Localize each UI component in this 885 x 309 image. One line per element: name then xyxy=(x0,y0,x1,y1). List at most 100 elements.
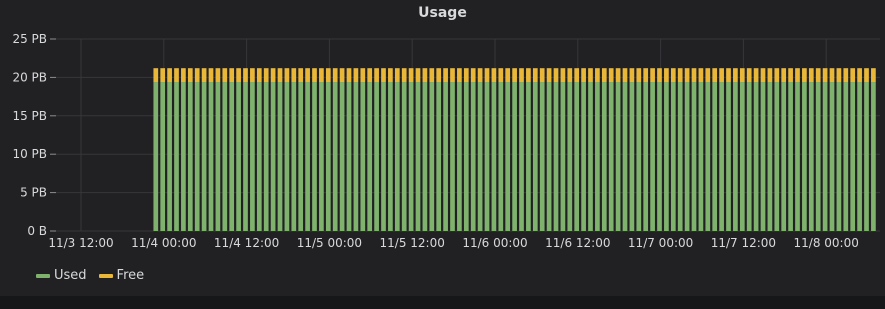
x-tick-label: 11/5 00:00 xyxy=(297,236,362,250)
bar-free xyxy=(795,68,800,83)
y-tick-label: 10 PB xyxy=(12,147,47,161)
bar-used xyxy=(629,82,635,232)
bar-used xyxy=(539,82,545,232)
bar-free xyxy=(650,68,655,83)
bar-used xyxy=(408,82,414,232)
bar-used xyxy=(332,82,338,232)
bar-free xyxy=(636,68,642,83)
bar-used xyxy=(815,82,821,232)
bar-free xyxy=(664,68,669,83)
bar-used xyxy=(353,82,359,232)
legend-item-free[interactable]: Free xyxy=(98,268,144,283)
bar-free xyxy=(187,68,193,83)
bar-used xyxy=(298,82,304,232)
bar-free xyxy=(601,68,607,83)
bar-used xyxy=(256,82,262,232)
bar-free xyxy=(491,68,497,83)
bar-free xyxy=(305,68,310,83)
bar-used xyxy=(864,82,869,232)
bar-free xyxy=(726,68,731,83)
bar-free xyxy=(857,68,862,83)
bar-free xyxy=(174,68,179,83)
bar-free xyxy=(512,68,517,83)
y-tick-label: 5 PB xyxy=(20,186,47,200)
bar-free xyxy=(526,68,531,83)
bar-free xyxy=(712,68,718,83)
bar-free xyxy=(815,68,821,83)
bar-used xyxy=(512,82,517,232)
bar-used xyxy=(277,82,283,232)
bar-free xyxy=(243,68,248,83)
bar-used xyxy=(305,82,310,232)
bar-free xyxy=(312,68,317,83)
x-tick-label: 11/7 12:00 xyxy=(711,236,776,250)
bar-used xyxy=(829,82,835,232)
bar-free xyxy=(546,68,552,83)
bar-used xyxy=(546,82,552,232)
x-tick-label: 11/6 12:00 xyxy=(545,236,610,250)
bar-used xyxy=(560,82,566,232)
bar-used xyxy=(677,82,683,232)
bar-used xyxy=(519,82,524,232)
bar-used xyxy=(367,82,373,232)
bar-free xyxy=(360,68,366,83)
bar-used xyxy=(470,82,476,232)
bar-free xyxy=(208,68,214,83)
bar-free xyxy=(401,68,407,83)
bar-used xyxy=(429,82,435,232)
bar-used xyxy=(822,82,828,232)
bar-used xyxy=(739,82,745,232)
bar-free xyxy=(850,68,856,83)
bar-used xyxy=(802,82,807,232)
legend-label-used: Used xyxy=(54,268,87,283)
bar-free xyxy=(871,68,876,83)
bar-used xyxy=(567,82,573,232)
bar-free xyxy=(836,68,842,83)
bar-used xyxy=(795,82,800,232)
bar-free xyxy=(746,68,752,83)
bar-free xyxy=(567,68,573,83)
bar-free xyxy=(319,68,324,83)
bar-used xyxy=(201,82,207,232)
bar-used xyxy=(325,82,331,232)
bar-used xyxy=(774,82,780,232)
bar-free xyxy=(429,68,435,83)
legend-item-used[interactable]: Used xyxy=(36,268,87,283)
bar-used xyxy=(160,82,166,232)
bar-free xyxy=(781,68,787,83)
bar-used xyxy=(443,82,448,232)
bar-free xyxy=(463,68,469,83)
bar-free xyxy=(657,68,662,83)
bar-used xyxy=(746,82,752,232)
bar-free xyxy=(808,68,814,83)
bar-free xyxy=(608,68,614,83)
bar-free xyxy=(374,68,379,83)
bar-free xyxy=(270,68,276,83)
bar-used xyxy=(243,82,248,232)
bar-free xyxy=(263,68,269,83)
bar-free xyxy=(829,68,835,83)
bar-used xyxy=(181,82,186,232)
bar-free xyxy=(153,68,159,83)
x-axis: 11/3 12:00 11/4 00:00 11/4 12:00 11/5 00:00… xyxy=(48,236,859,250)
bar-free xyxy=(277,68,283,83)
bar-free xyxy=(160,68,166,83)
bar-used xyxy=(208,82,214,232)
x-tick-label: 11/4 12:00 xyxy=(214,236,279,250)
bar-used xyxy=(588,82,593,232)
bar-used xyxy=(498,82,504,232)
bar-free xyxy=(622,68,628,83)
bar-used xyxy=(808,82,814,232)
bar-used xyxy=(532,82,538,232)
legend: Used Free xyxy=(36,268,156,283)
bar-free xyxy=(194,68,200,83)
bar-free xyxy=(477,68,483,83)
bar-free xyxy=(367,68,373,83)
x-tick-label: 11/7 00:00 xyxy=(628,236,693,250)
bar-used xyxy=(581,82,586,232)
x-tick-label: 11/3 12:00 xyxy=(48,236,113,250)
bar-free xyxy=(753,68,759,83)
bar-used xyxy=(684,82,690,232)
bar-free xyxy=(484,68,490,83)
bar-free xyxy=(222,68,228,83)
